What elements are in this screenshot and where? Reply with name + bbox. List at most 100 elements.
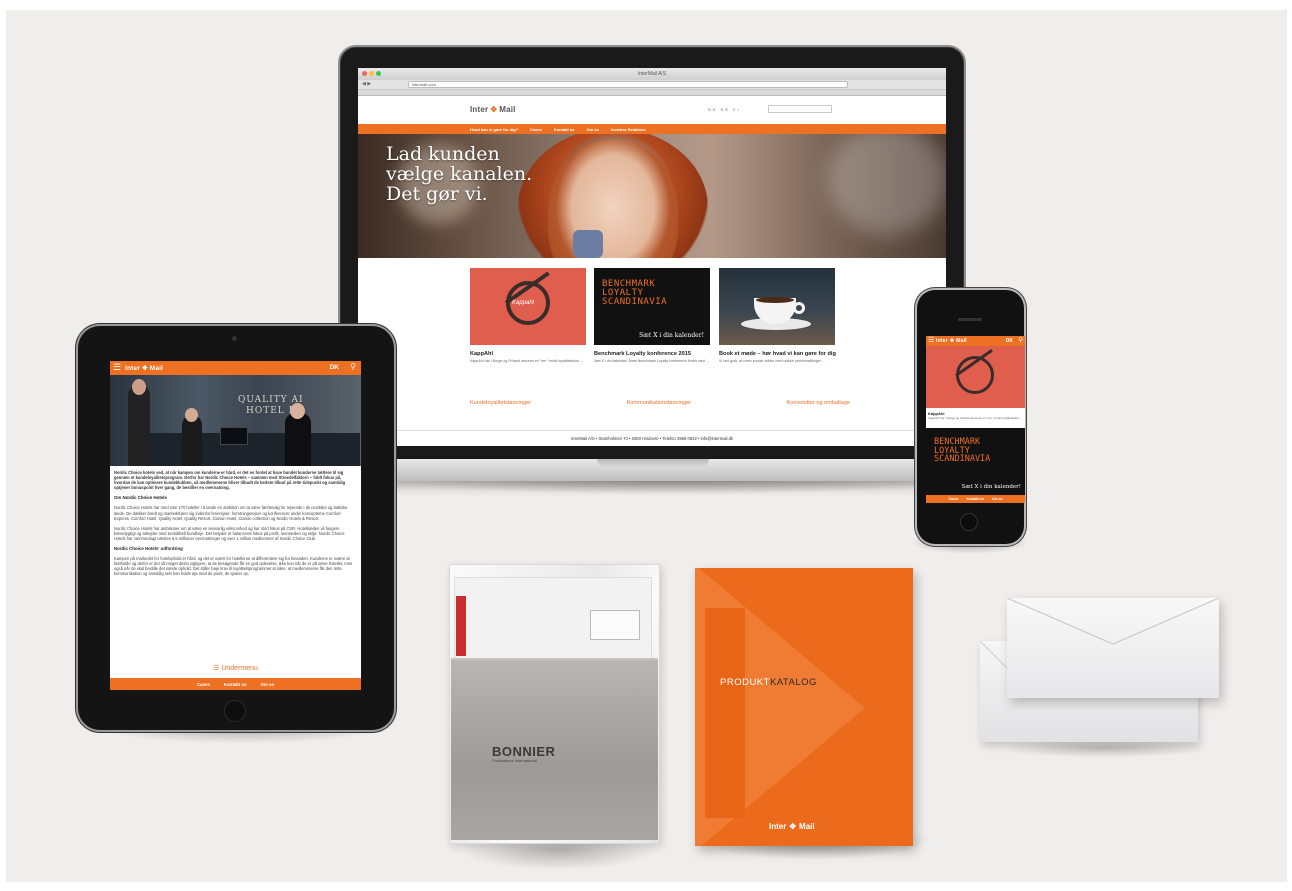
laptop-screen: InterMail A/S ◀ ▶ intermail.com Inter ✥ …	[358, 68, 946, 446]
hero-headline: Lad kunden vælge kanalen. Det gør vi.	[386, 144, 532, 204]
person-guest	[128, 385, 150, 466]
article-paragraph: Nordic Choice Hotels har med sine 170 ho…	[114, 505, 348, 521]
site-logo[interactable]: Inter ✥ Mail	[470, 105, 516, 114]
article-paragraph: Nordic Choice Hotels har ambitioner om a…	[114, 525, 345, 541]
coffee	[756, 297, 794, 303]
phone-home-button[interactable]	[960, 513, 978, 531]
tab-nav-contact[interactable]: Kontakt os	[224, 682, 247, 687]
catalog-title-a: PRODUKT	[720, 677, 770, 688]
news-card-title[interactable]: KappAhl	[470, 351, 586, 357]
intermail-arrows-icon: ✥	[949, 338, 955, 344]
bag-postage-label	[590, 610, 640, 640]
hero-line: vælge kanalen.	[386, 163, 533, 185]
phone-nav-cases[interactable]: Cases	[948, 497, 958, 501]
browser-toolbar: ◀ ▶ intermail.com	[358, 80, 946, 90]
service-links: Kundeloyalitetsløsninger Kommunikationsl…	[470, 400, 850, 406]
phone-card-text: KappAhl har i Norge og Finland lanceret …	[928, 416, 1023, 420]
hero-bokeh	[828, 134, 946, 234]
tablet-screen: ☰ Inter ✥ Mail DK ⚲ QUALITY AI HOTEL DA …	[110, 361, 361, 690]
window-controls	[362, 71, 381, 76]
address-bar[interactable]: intermail.com	[408, 81, 848, 88]
search-icon[interactable]: ⚲	[350, 362, 356, 371]
article-heading: Nordic Choice Hotels' udfordring	[114, 546, 183, 552]
phone-lang[interactable]: DK	[1006, 338, 1013, 344]
site-logo-text-right: Mail	[499, 105, 516, 114]
coffee-cup-image	[719, 268, 835, 345]
minimize-window-button[interactable]	[369, 71, 374, 76]
article-paragraph: Kampen på markedet for hotelophold er hå…	[114, 556, 353, 577]
link-loyalty[interactable]: Kundeloyalitetsløsninger	[470, 400, 531, 406]
phone-logo-text-right: Mail	[956, 338, 967, 344]
tablet-logo-text-left: Inter	[125, 364, 141, 372]
envelope-flap-lines	[1007, 598, 1219, 645]
kappahl-wordmark: Kappahl	[512, 300, 535, 306]
article-body: Nordic Choice hotels ved, at når kampen …	[110, 466, 361, 577]
catalog-logo-text-left: Inter	[769, 822, 787, 831]
hero-line: Det gør vi.	[386, 183, 488, 205]
submenu-toggle[interactable]: ☰ Undermenu	[110, 664, 361, 672]
close-window-button[interactable]	[362, 71, 367, 76]
tablet-home-button[interactable]	[224, 700, 246, 722]
phone-logo-text-left: Inter	[936, 338, 948, 344]
site-search-input[interactable]	[768, 105, 832, 113]
back-forward-icon[interactable]: ◀ ▶	[362, 81, 371, 87]
tab-nav-about[interactable]: Om os	[260, 682, 274, 687]
benchmark-logo-text: BENCHMARK LOYALTY SCANDINAVIA	[602, 280, 667, 307]
intermail-arrows-icon: ✥	[142, 365, 148, 372]
benchmark-line: SCANDINAVIA	[602, 297, 668, 307]
maximize-window-button[interactable]	[376, 71, 381, 76]
catalog-title-b: KATALOG	[769, 677, 817, 688]
envelope-front	[1007, 598, 1219, 698]
site-logo-text-left: Inter	[470, 105, 489, 114]
news-cards: Kappahl KappAhl KappAhl har i Norge og F…	[358, 268, 946, 408]
tablet-lang[interactable]: DK	[330, 364, 339, 371]
bag-red-stripe	[456, 596, 466, 656]
news-card-kappahl[interactable]: Kappahl KappAhl KappAhl har i Norge og F…	[470, 268, 586, 364]
hamburger-menu-icon[interactable]: ☰	[113, 362, 121, 373]
news-card-text: Sæt X i din kalender! Årets Benchmark Lo…	[594, 359, 709, 363]
catalog-title: PRODUKTKATALOG	[720, 677, 817, 688]
hero-shopping-bag	[573, 230, 603, 258]
benchmark-image: BENCHMARK LOYALTY SCANDINAVIA Sæt X i di…	[594, 268, 710, 345]
search-icon[interactable]: ⚲	[1018, 336, 1023, 344]
tab-nav-cases[interactable]: Cases	[197, 682, 210, 687]
news-card-title[interactable]: Book et møde – hør hvad vi kan gøre for …	[719, 351, 836, 357]
tablet-bottom-nav: Cases Kontakt os Om os	[110, 678, 361, 690]
monitor	[220, 427, 248, 445]
phone-nav-contact[interactable]: Kontakt os	[966, 497, 984, 501]
nav-item-cases[interactable]: Cases	[530, 127, 542, 132]
tablet-logo[interactable]: Inter ✥ Mail	[125, 364, 163, 373]
news-card-benchmark[interactable]: BENCHMARK LOYALTY SCANDINAVIA Sæt X i di…	[594, 268, 710, 364]
nav-item-contact[interactable]: Kontakt os	[554, 127, 575, 132]
site-footer: InterMail A/S • Stamholmen 70 • 2650 Hvi…	[358, 430, 946, 446]
site-header: Inter ✥ Mail DK SE FI	[358, 96, 946, 124]
nav-item-about[interactable]: Om os	[586, 127, 598, 132]
link-envelopes[interactable]: Konvolutter og emballage	[787, 400, 850, 406]
submenu-label: Undermenu	[221, 665, 258, 672]
catalog-logo-text-right: Mail	[799, 822, 815, 831]
cup-handle	[793, 302, 805, 314]
phone-nav-about[interactable]: Om os	[992, 497, 1003, 501]
phone-screen: ☰ Inter ✥ Mail DK ⚲ KappAhl KappAhl har …	[926, 336, 1025, 503]
news-card-text: Vi ved godt, at vores kunder sidder med …	[719, 359, 826, 363]
phone-bottom-nav: Cases Kontakt os Om os	[926, 495, 1025, 503]
language-switcher[interactable]: DK SE FI	[708, 107, 741, 112]
link-communication[interactable]: Kommunikationsløsninger	[627, 400, 691, 406]
person-clerk	[182, 415, 202, 466]
article-intro: Nordic Choice hotels ved, at når kampen …	[114, 470, 346, 491]
nav-item-services[interactable]: Hvad kan vi gøre for dig?	[470, 127, 518, 132]
benchmark-tagline: Sæt X i din kalender!	[961, 484, 1021, 490]
news-card-title[interactable]: Benchmark Loyalty konference 2015	[594, 351, 710, 357]
nav-item-investor[interactable]: Investor Relations	[611, 127, 646, 132]
hamburger-menu-icon[interactable]: ☰	[928, 336, 934, 345]
browser-window-title: InterMail A/S	[637, 71, 667, 77]
catalog-band-graphic	[705, 608, 745, 818]
bonnier-subline: Publications International	[492, 758, 537, 763]
phone-benchmark-image[interactable]: BENCHMARK LOYALTY SCANDINAVIA Sæt X i di…	[926, 428, 1025, 495]
phone-kappahl-image[interactable]	[926, 346, 1025, 408]
news-card-meeting[interactable]: Book et møde – hør hvad vi kan gøre for …	[719, 268, 836, 364]
hamburger-menu-icon: ☰	[213, 665, 220, 672]
phone-speaker	[958, 318, 982, 321]
phone-logo[interactable]: Inter ✥ Mail	[936, 338, 967, 344]
hotel-reception-photo: QUALITY AI HOTEL DA	[110, 375, 361, 466]
